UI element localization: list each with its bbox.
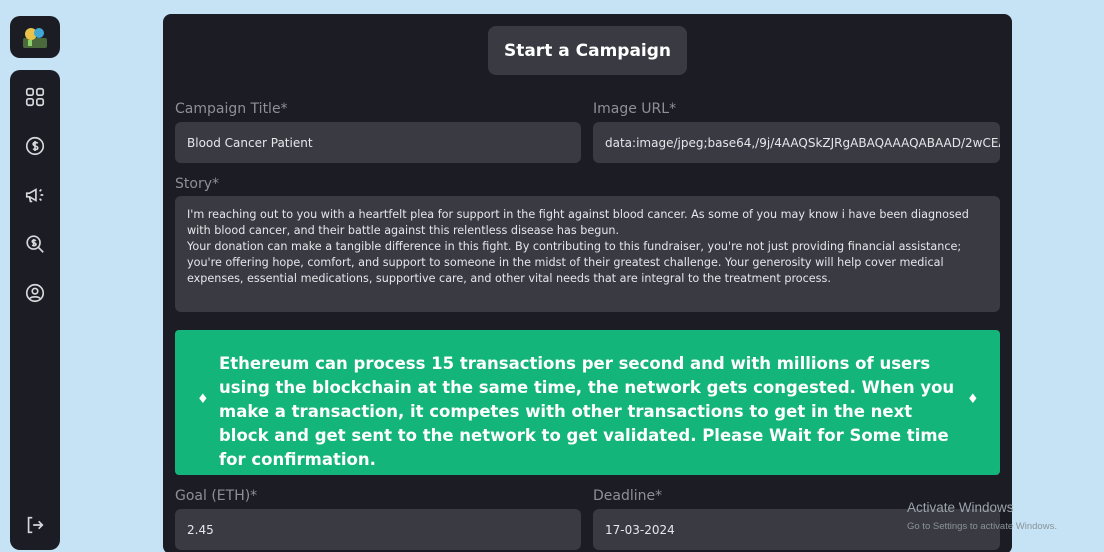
story-label: Story*	[175, 176, 219, 192]
diamond-right-icon: ♦	[967, 392, 979, 407]
activate-windows-title: Activate Windows	[907, 500, 1014, 515]
activate-windows-subtitle: Go to Settings to activate Windows.	[907, 521, 1057, 532]
megaphone-icon[interactable]	[10, 178, 60, 212]
dashboard-icon[interactable]	[10, 80, 60, 114]
logo-container[interactable]	[10, 16, 60, 58]
logo-icon	[23, 28, 47, 48]
story-textarea[interactable]: I'm reaching out to you with a heartfelt…	[175, 196, 1000, 312]
story-paragraph-1: I'm reaching out to you with a heartfelt…	[187, 208, 969, 237]
profile-icon[interactable]	[10, 276, 60, 310]
diamond-left-icon: ♦	[197, 392, 209, 407]
campaign-title-label: Campaign Title*	[175, 101, 288, 117]
banner-message: Ethereum can process 15 transactions per…	[219, 354, 955, 469]
image-url-input[interactable]: data:image/jpeg;base64,/9j/4AAQSkZJRgABA…	[593, 122, 1000, 163]
logout-icon[interactable]	[10, 508, 60, 542]
story-paragraph-2: Your donation can make a tangible differ…	[187, 240, 962, 285]
deadline-label: Deadline*	[593, 488, 663, 504]
campaign-form-panel: Start a Campaign Campaign Title* Blood C…	[163, 14, 1012, 552]
withdraw-search-icon[interactable]	[10, 227, 60, 261]
page-title: Start a Campaign	[488, 26, 687, 75]
image-url-label: Image URL*	[593, 101, 677, 117]
transaction-status-banner: ♦ Ethereum can process 15 transactions p…	[175, 330, 1000, 475]
sidebar-nav	[10, 70, 60, 550]
goal-label: Goal (ETH)*	[175, 488, 258, 504]
goal-input[interactable]: 2.45	[175, 509, 581, 550]
campaign-title-input[interactable]: Blood Cancer Patient	[175, 122, 581, 163]
campaign-money-icon[interactable]	[10, 129, 60, 163]
